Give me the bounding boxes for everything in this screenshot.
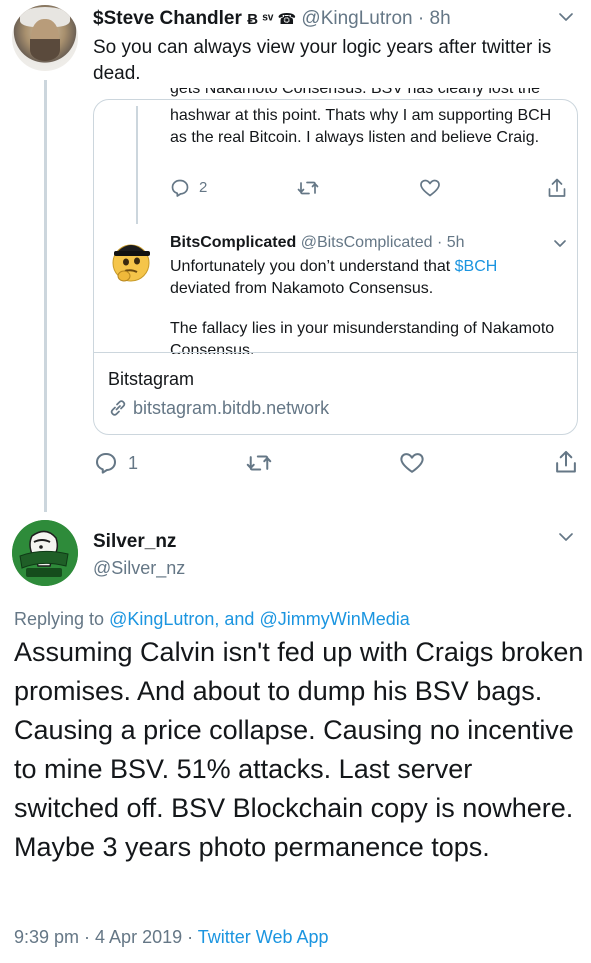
tweet-header: $Steve Chandler Ƀ ˢᵛ ☎ @KingLutron · 8h bbox=[93, 8, 451, 29]
timestamp[interactable]: 5h bbox=[447, 234, 465, 251]
reply-count: 2 bbox=[199, 179, 208, 196]
like-icon[interactable] bbox=[419, 178, 441, 203]
display-name[interactable]: $Steve Chandler bbox=[93, 8, 242, 29]
link-icon bbox=[108, 398, 133, 418]
retweet-icon[interactable] bbox=[246, 451, 272, 480]
handle[interactable]: @BitsComplicated bbox=[301, 234, 433, 251]
avatar[interactable] bbox=[12, 520, 78, 586]
reply-text-continued: The fallacy lies in your misunderstandin… bbox=[170, 320, 555, 354]
card-divider bbox=[93, 352, 578, 353]
tweet-text: So you can always view your logic years … bbox=[93, 37, 552, 84]
card-title[interactable]: Bitstagram bbox=[108, 368, 194, 390]
reply-icon[interactable] bbox=[170, 178, 190, 203]
replying-to: Replying to @KingLutron, and @JimmyWinMe… bbox=[14, 609, 410, 629]
handle[interactable]: @KingLutron bbox=[301, 8, 412, 29]
like-icon[interactable] bbox=[399, 451, 425, 480]
retweet-icon[interactable] bbox=[297, 178, 319, 203]
reply-count: 1 bbox=[128, 453, 139, 473]
quote-thread-line bbox=[136, 106, 138, 224]
quote-cut-text-wrap: gets Nakamoto Consensus. BSV has clearly… bbox=[170, 88, 570, 104]
chevron-down-icon[interactable] bbox=[557, 10, 575, 26]
chevron-down-icon[interactable] bbox=[557, 530, 575, 546]
name-flair: Ƀ ˢᵛ ☎ bbox=[247, 11, 297, 28]
handle[interactable]: @Silver_nz bbox=[93, 556, 185, 580]
reply-header: BitsComplicated @BitsComplicated · 5h bbox=[170, 234, 465, 251]
reply-text: Unfortunately you don’t understand that … bbox=[170, 258, 498, 297]
avatar[interactable] bbox=[12, 5, 78, 71]
timestamp[interactable]: 9:39 pm · 4 Apr 2019 · bbox=[14, 927, 198, 947]
quote-text: hashwar at this point. Thats why I am su… bbox=[170, 107, 552, 146]
display-name[interactable]: BitsComplicated bbox=[170, 234, 296, 251]
card-url[interactable]: bitstagram.bitdb.network bbox=[108, 396, 329, 420]
share-icon[interactable] bbox=[547, 177, 567, 204]
reply-icon[interactable] bbox=[94, 451, 118, 480]
share-icon[interactable] bbox=[554, 449, 578, 480]
tweet-footer: 9:39 pm · 4 Apr 2019 · Twitter Web App bbox=[14, 924, 329, 950]
avatar[interactable] bbox=[104, 231, 158, 285]
timestamp[interactable]: 8h bbox=[430, 8, 451, 29]
quote-cut-text: gets Nakamoto Consensus. BSV has clearly… bbox=[170, 88, 540, 97]
tweet-text: Assuming Calvin isn't fed up with Craigs… bbox=[14, 637, 584, 862]
mention-link[interactable]: @KingLutron bbox=[109, 609, 214, 629]
source-link[interactable]: Twitter Web App bbox=[198, 927, 329, 947]
chevron-down-icon[interactable] bbox=[552, 236, 568, 252]
thread-connector bbox=[44, 80, 47, 512]
cashtag-link[interactable]: $BCH bbox=[455, 258, 498, 275]
display-name[interactable]: Silver_nz bbox=[93, 530, 176, 554]
mention-link[interactable]: @JimmyWinMedia bbox=[259, 609, 409, 629]
